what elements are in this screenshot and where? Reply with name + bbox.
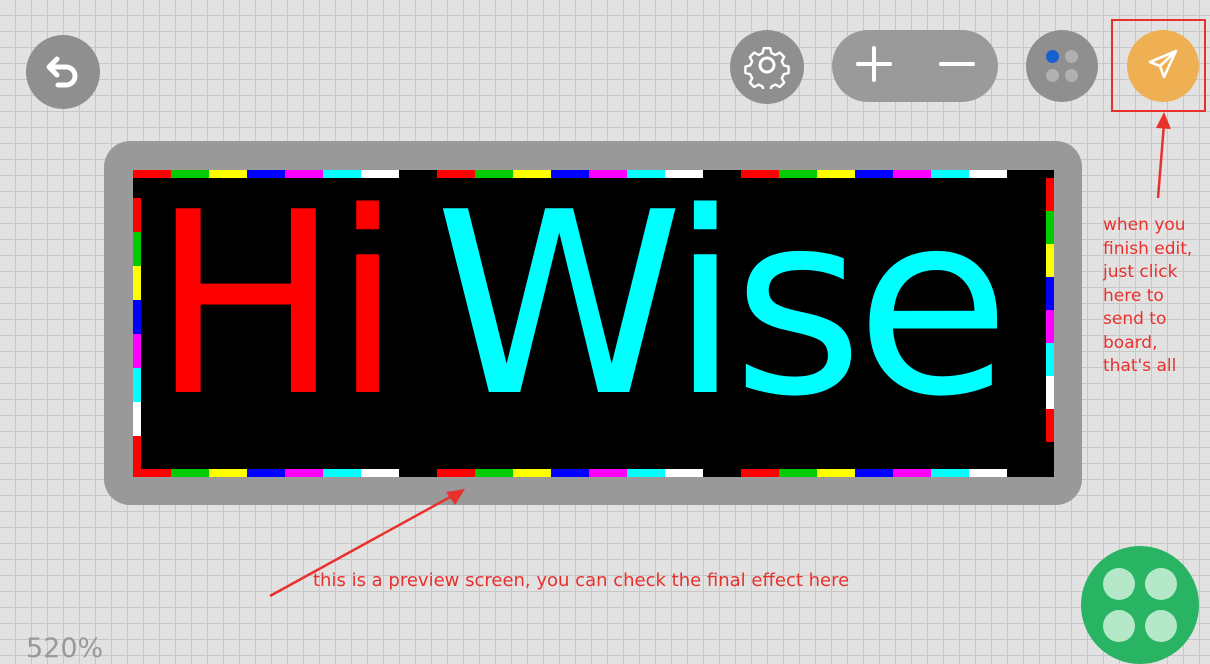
- send-button-highlight: [1111, 19, 1206, 112]
- border-segment: [209, 469, 247, 477]
- zoom-in-button[interactable]: [832, 30, 915, 102]
- border-segment: [589, 469, 627, 477]
- border-segment: [855, 170, 893, 178]
- border-segment: [475, 170, 513, 178]
- border-segment: [323, 469, 361, 477]
- border-segment: [323, 170, 361, 178]
- send-note-line: send to: [1103, 309, 1167, 329]
- preview-text: Hi Wise: [151, 180, 1010, 432]
- preview-instruction-note: this is a preview screen, you can check …: [313, 570, 850, 591]
- border-segment: [437, 469, 475, 477]
- border-stripe-top: [133, 170, 1045, 178]
- border-stripe-left: [133, 198, 141, 470]
- border-segment: [475, 469, 513, 477]
- border-segment: [1046, 178, 1054, 211]
- border-segment: [1046, 244, 1054, 277]
- border-segment: [779, 170, 817, 178]
- border-segment: [817, 469, 855, 477]
- border-stripe-bottom: [133, 469, 1045, 477]
- plus-icon: [855, 45, 893, 87]
- border-segment: [133, 334, 141, 368]
- border-segment: [133, 469, 171, 477]
- border-gap: [703, 469, 741, 477]
- border-segment: [133, 170, 171, 178]
- border-segment: [741, 170, 779, 178]
- border-segment: [1046, 310, 1054, 343]
- zoom-level-label: 520%: [26, 633, 104, 664]
- border-segment: [665, 170, 703, 178]
- send-note-line: board,: [1103, 332, 1158, 353]
- border-segment: [133, 300, 141, 334]
- border-segment: [627, 469, 665, 477]
- border-segment: [1046, 343, 1054, 376]
- border-segment: [361, 469, 399, 477]
- border-segment: [209, 170, 247, 178]
- border-segment: [133, 198, 141, 232]
- color-dots-icon: [1046, 50, 1078, 82]
- undo-arrow-icon: [43, 50, 83, 94]
- border-segment: [1046, 211, 1054, 244]
- border-segment: [817, 170, 855, 178]
- border-segment: [133, 368, 141, 402]
- border-segment: [551, 170, 589, 178]
- border-segment: [665, 469, 703, 477]
- four-dots-icon: [1103, 568, 1177, 642]
- gear-icon: [743, 41, 791, 93]
- border-segment: [133, 232, 141, 266]
- border-segment: [551, 469, 589, 477]
- border-segment: [247, 170, 285, 178]
- border-segment: [285, 469, 323, 477]
- border-segment: [969, 170, 1007, 178]
- border-stripe-right: [1046, 178, 1054, 442]
- border-segment: [133, 436, 141, 470]
- border-segment: [285, 170, 323, 178]
- border-segment: [171, 170, 209, 178]
- border-segment: [1046, 376, 1054, 409]
- border-segment: [931, 469, 969, 477]
- border-segment: [1046, 409, 1054, 442]
- preview-word-hi: Hi: [151, 170, 402, 452]
- color-picker-button[interactable]: [1026, 30, 1098, 102]
- border-segment: [171, 469, 209, 477]
- border-segment: [855, 469, 893, 477]
- border-gap: [1007, 469, 1045, 477]
- border-segment: [1046, 277, 1054, 310]
- send-note-line: just click: [1103, 262, 1178, 282]
- zoom-controls: [832, 30, 998, 102]
- send-note-line: when you: [1103, 215, 1186, 235]
- border-segment: [931, 170, 969, 178]
- border-segment: [627, 170, 665, 178]
- settings-button[interactable]: [730, 30, 804, 104]
- border-segment: [247, 469, 285, 477]
- border-segment: [741, 469, 779, 477]
- border-segment: [893, 170, 931, 178]
- border-gap: [703, 170, 741, 178]
- preview-screen[interactable]: Hi Wise: [133, 170, 1054, 477]
- border-segment: [437, 170, 475, 178]
- border-segment: [969, 469, 1007, 477]
- send-instruction-note: when you finish edit, just click here to sen…: [1103, 214, 1208, 379]
- send-note-line: finish edit,: [1103, 238, 1193, 259]
- apps-menu-button[interactable]: [1081, 546, 1199, 664]
- zoom-out-button[interactable]: [915, 30, 998, 102]
- send-note-line: here to: [1103, 285, 1164, 306]
- border-segment: [133, 402, 141, 436]
- back-button[interactable]: [26, 35, 100, 109]
- border-segment: [133, 266, 141, 300]
- border-gap: [1007, 170, 1045, 178]
- border-gap: [399, 170, 437, 178]
- preview-word-wise: Wise: [434, 170, 1011, 452]
- border-segment: [513, 469, 551, 477]
- send-note-line: that's all: [1103, 356, 1177, 376]
- border-segment: [513, 170, 551, 178]
- border-segment: [779, 469, 817, 477]
- border-segment: [893, 469, 931, 477]
- border-segment: [589, 170, 627, 178]
- border-segment: [361, 170, 399, 178]
- minus-icon: [938, 45, 976, 87]
- border-gap: [399, 469, 437, 477]
